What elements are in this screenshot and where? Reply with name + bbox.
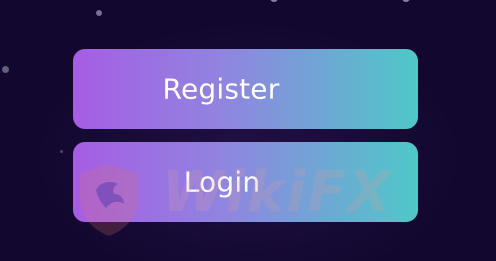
- clipped-glyph-fragment: [270, 0, 278, 2]
- auth-screen: Register Login WikiFX: [0, 0, 496, 261]
- login-button-label: Login: [183, 165, 261, 199]
- register-button[interactable]: Register: [73, 49, 418, 129]
- background-star: [96, 10, 102, 16]
- background-star: [2, 66, 9, 73]
- register-button-label: Register: [162, 72, 280, 106]
- clipped-glyph-fragment: [402, 0, 410, 2]
- background-star: [60, 150, 63, 153]
- login-button[interactable]: Login: [73, 142, 418, 222]
